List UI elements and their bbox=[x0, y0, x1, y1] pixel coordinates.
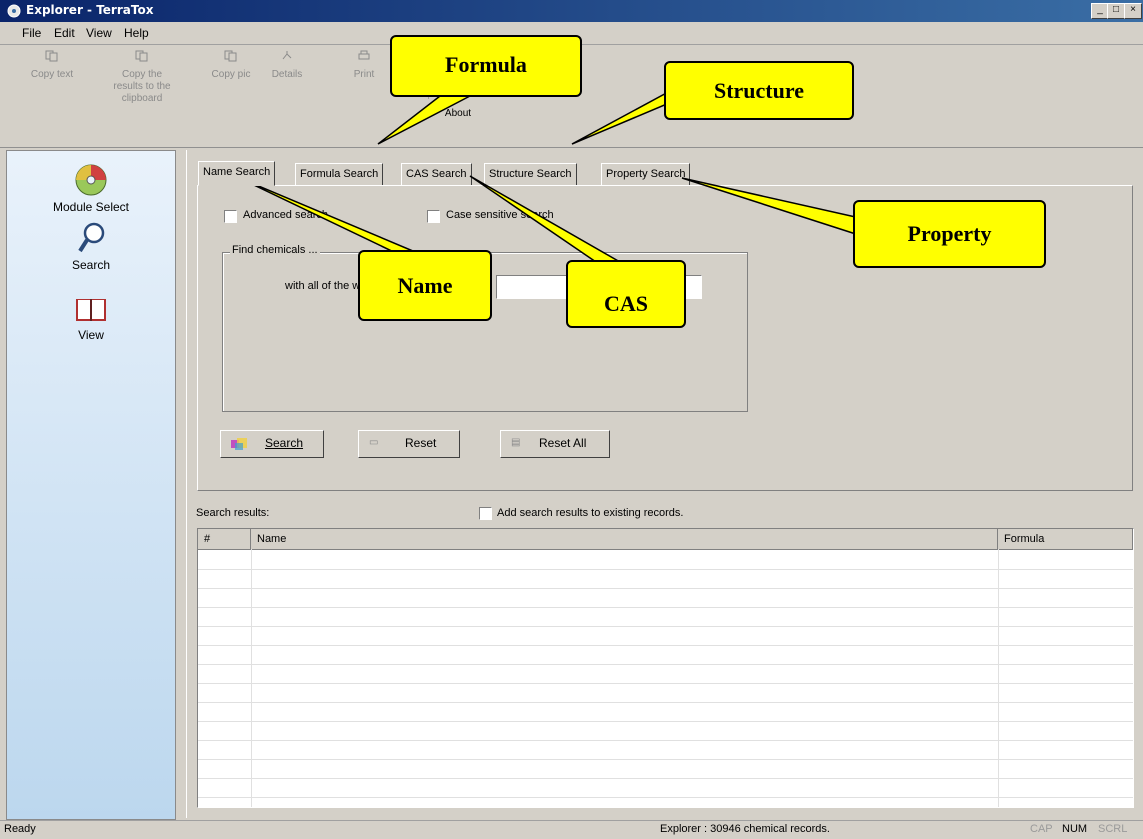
search-results-label: Search results: bbox=[196, 507, 270, 519]
about-label: About bbox=[444, 108, 472, 119]
print-icon bbox=[358, 50, 370, 60]
property-callout: Property bbox=[853, 200, 1046, 268]
add-results-checkbox[interactable] bbox=[479, 507, 492, 520]
grid-row-line bbox=[198, 607, 1133, 608]
tab-formula-search[interactable]: Formula Search bbox=[295, 163, 384, 186]
grid-row-line bbox=[198, 797, 1133, 798]
copy-pic-label: Copy pic bbox=[211, 69, 251, 80]
status-scrl: SCRL bbox=[1098, 823, 1128, 835]
reset-all-button-label: Reset All bbox=[539, 436, 587, 450]
menu-edit[interactable]: Edit bbox=[54, 26, 75, 40]
copy-results-icon bbox=[135, 50, 148, 62]
case-sensitive-checkbox[interactable] bbox=[427, 210, 440, 223]
grid-row-line bbox=[198, 759, 1133, 760]
reset-button-label: Reset bbox=[405, 436, 437, 450]
about-button[interactable]: About bbox=[438, 108, 478, 120]
details-button[interactable]: Details bbox=[262, 50, 312, 81]
cd-icon bbox=[75, 164, 107, 196]
copy-results-button[interactable]: Copy the results to the clipboard bbox=[100, 50, 184, 105]
grid-row-line bbox=[198, 626, 1133, 627]
status-records: Explorer : 30946 chemical records. bbox=[660, 823, 830, 835]
tab-cas-search[interactable]: CAS Search bbox=[401, 163, 472, 186]
reset-icon: ▭ bbox=[369, 437, 379, 448]
results-table[interactable]: # Name Formula bbox=[197, 528, 1134, 808]
search-button[interactable]: Search bbox=[220, 430, 324, 458]
structure-callout: Structure bbox=[664, 61, 854, 120]
copy-results-label: Copy the results to the clipboard bbox=[113, 69, 171, 104]
grid-row-line bbox=[198, 645, 1133, 646]
reset-button[interactable]: ▭ Reset bbox=[358, 430, 460, 458]
copy-text-label: Copy text bbox=[30, 69, 74, 80]
grid-row-line bbox=[198, 778, 1133, 779]
app-icon bbox=[7, 4, 21, 18]
details-icon bbox=[282, 51, 292, 60]
column-formula[interactable]: Formula bbox=[998, 529, 1133, 549]
maximize-button[interactable]: □ bbox=[1107, 3, 1125, 19]
status-bar: Ready Explorer : 30946 chemical records.… bbox=[0, 820, 1143, 839]
name-callout: Name bbox=[358, 250, 492, 321]
case-sensitive-label: Case sensitive search bbox=[446, 209, 554, 221]
grid-row-line bbox=[198, 588, 1133, 589]
tab-structure-search[interactable]: Structure Search bbox=[484, 163, 577, 186]
sidebar-item-module-select-label: Module Select bbox=[52, 200, 130, 214]
magnifier-icon bbox=[78, 222, 105, 253]
status-num: NUM bbox=[1062, 823, 1088, 835]
title-bar: Explorer - TerraTox _ □ × bbox=[0, 0, 1143, 22]
copy-icon bbox=[45, 50, 58, 62]
tab-property-search[interactable]: Property Search bbox=[601, 163, 691, 186]
group-title: Find chemicals ... bbox=[230, 244, 320, 256]
copy-pic-icon bbox=[224, 50, 237, 62]
sidebar-item-search-label: Search bbox=[71, 258, 111, 272]
reset-all-icon: ▤ bbox=[511, 437, 521, 448]
menu-help[interactable]: Help bbox=[124, 26, 149, 40]
print-button[interactable]: Print bbox=[344, 50, 384, 81]
print-label: Print bbox=[353, 69, 375, 80]
reset-all-button[interactable]: ▤ Reset All bbox=[500, 430, 610, 458]
sidebar-item-view[interactable]: View bbox=[7, 295, 175, 342]
status-cap: CAP bbox=[1030, 823, 1053, 835]
grid-row-line bbox=[198, 740, 1133, 741]
cas-callout: CAS bbox=[566, 260, 686, 328]
advanced-search-label: Advanced search bbox=[243, 209, 328, 221]
results-table-header: # Name Formula bbox=[198, 529, 1133, 550]
advanced-search-checkbox[interactable] bbox=[224, 210, 237, 223]
close-button[interactable]: × bbox=[1124, 3, 1142, 19]
window-title: Explorer - TerraTox bbox=[26, 3, 154, 17]
sidebar-item-search[interactable]: Search bbox=[7, 221, 175, 272]
menu-view[interactable]: View bbox=[86, 26, 112, 40]
formula-callout: Formula bbox=[390, 35, 582, 97]
grid-row-line bbox=[198, 569, 1133, 570]
search-run-icon bbox=[231, 438, 247, 450]
grid-row-line bbox=[198, 702, 1133, 703]
copy-text-button[interactable]: Copy text bbox=[22, 50, 82, 81]
search-button-label: Search bbox=[265, 436, 304, 450]
sidebar: Module Select Search View bbox=[6, 150, 176, 820]
status-ready: Ready bbox=[4, 823, 36, 835]
add-results-label: Add search results to existing records. bbox=[497, 507, 684, 519]
menu-file[interactable]: File bbox=[22, 26, 41, 40]
column-number[interactable]: # bbox=[198, 529, 251, 549]
copy-pic-button[interactable]: Copy pic bbox=[206, 50, 256, 81]
book-icon bbox=[76, 299, 106, 321]
sidebar-item-view-label: View bbox=[78, 328, 104, 342]
column-name[interactable]: Name bbox=[251, 529, 998, 549]
details-label: Details bbox=[271, 69, 303, 80]
grid-row-line bbox=[198, 721, 1133, 722]
tab-name-search[interactable]: Name Search bbox=[198, 161, 276, 186]
grid-row-line bbox=[198, 664, 1133, 665]
sidebar-item-module-select[interactable]: Module Select bbox=[7, 163, 175, 214]
grid-row-line bbox=[198, 683, 1133, 684]
